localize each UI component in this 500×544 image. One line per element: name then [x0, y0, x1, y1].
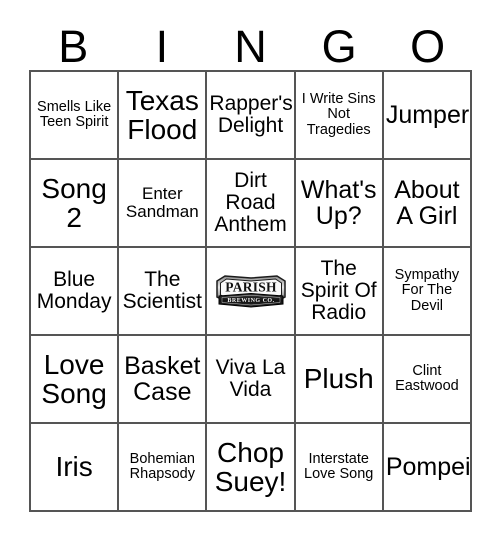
bingo-cell-label: Smells Like Teen Spirit	[37, 98, 112, 130]
bingo-cell-label: About A Girl	[394, 176, 460, 230]
bingo-cell-label: Plush	[303, 363, 374, 395]
bingo-cell[interactable]: Clint Eastwood	[383, 336, 473, 424]
bingo-cell[interactable]: Sympathy For The Devil	[383, 248, 473, 336]
bingo-cell[interactable]: About A Girl	[383, 160, 473, 248]
bingo-cell[interactable]: Chop Suey!	[207, 424, 296, 512]
bingo-cell-label: Enter Sandman	[125, 184, 199, 221]
bingo-cell-label: Blue Monday	[36, 268, 112, 313]
bingo-cell-label: Love Song	[41, 348, 107, 409]
bingo-header-letter-i: I	[155, 21, 169, 72]
bingo-cell-label: Clint Eastwood	[395, 362, 459, 394]
bingo-cell-label: Song 2	[41, 172, 107, 233]
svg-text:BREWING CO.: BREWING CO.	[227, 298, 274, 304]
bingo-cell[interactable]: Dirt Road Anthem	[207, 160, 296, 248]
bingo-cell[interactable]: Iris	[31, 424, 120, 512]
bingo-cell[interactable]: What's Up?	[295, 160, 384, 248]
svg-text:PARISH: PARISH	[225, 280, 277, 295]
bingo-header-letter-g: G	[321, 21, 357, 72]
bingo-cell[interactable]: Pompeii	[383, 424, 473, 512]
bingo-cell-label: Dirt Road Anthem	[214, 169, 287, 236]
bingo-card: B I N G O Smells Like Teen Spirit Texas …	[29, 12, 473, 514]
bingo-cell[interactable]: Basket Case	[119, 336, 208, 424]
bingo-cell[interactable]: Smells Like Teen Spirit	[31, 72, 120, 160]
bingo-row: Blue Monday The Scientist PARISH BREWING…	[31, 248, 473, 336]
bingo-cell[interactable]: Song 2	[31, 160, 120, 248]
bingo-cell-label: What's Up?	[300, 176, 377, 230]
bingo-header-letter-o: O	[410, 21, 446, 72]
bingo-header-letter-b: B	[58, 21, 89, 72]
bingo-cell-label: Rapper's Delight	[209, 92, 293, 137]
bingo-cell[interactable]: Bohemian Rhapsody	[119, 424, 208, 512]
bingo-cell[interactable]: The Scientist	[119, 248, 208, 336]
bingo-cell[interactable]: Blue Monday	[31, 248, 120, 336]
bingo-free-space-cell[interactable]: PARISH BREWING CO.	[207, 248, 296, 336]
bingo-cell-label: Texas Flood	[125, 84, 199, 145]
bingo-cell-label: Interstate Love Song	[304, 450, 374, 482]
bingo-cell-label: Iris	[55, 451, 93, 483]
bingo-cell[interactable]: Interstate Love Song	[295, 424, 384, 512]
bingo-cell[interactable]: Viva La Vida	[207, 336, 296, 424]
bingo-cell-label: Basket Case	[124, 352, 201, 406]
bingo-cell[interactable]: Plush	[295, 336, 384, 424]
bingo-cell-label: The Spirit Of Radio	[300, 257, 377, 324]
bingo-cell-label: Viva La Vida	[215, 356, 286, 401]
bingo-cell-label: I Write Sins Not Tragedies	[301, 91, 376, 138]
bingo-row: Love Song Basket Case Viva La Vida Plush…	[31, 336, 473, 424]
bingo-cell-label: The Scientist	[122, 268, 202, 313]
bingo-cell[interactable]: Love Song	[31, 336, 120, 424]
bingo-cell-label: Bohemian Rhapsody	[129, 450, 195, 482]
bingo-cell[interactable]: Rapper's Delight	[207, 72, 296, 160]
bingo-cell[interactable]: Jumper	[383, 72, 473, 160]
bingo-row: Song 2 Enter Sandman Dirt Road Anthem Wh…	[31, 160, 473, 248]
bingo-header: B I N G O	[29, 12, 472, 70]
bingo-cell-label: Pompeii	[385, 453, 473, 481]
bingo-row: Smells Like Teen Spirit Texas Flood Rapp…	[31, 72, 473, 160]
bingo-cell[interactable]: The Spirit Of Radio	[295, 248, 384, 336]
bingo-cell[interactable]: I Write Sins Not Tragedies	[295, 72, 384, 160]
bingo-cell-label: Chop Suey!	[214, 436, 287, 497]
bingo-header-letter-n: N	[234, 21, 267, 72]
bingo-row: Iris Bohemian Rhapsody Chop Suey! Inters…	[31, 424, 473, 512]
bingo-cell-label: Sympathy For The Devil	[394, 267, 460, 314]
bingo-grid: Smells Like Teen Spirit Texas Flood Rapp…	[29, 70, 473, 512]
parish-brewing-co-logo-icon: PARISH BREWING CO.	[214, 271, 288, 311]
bingo-cell[interactable]: Enter Sandman	[119, 160, 208, 248]
bingo-cell[interactable]: Texas Flood	[119, 72, 208, 160]
bingo-cell-label: Jumper	[385, 101, 470, 129]
